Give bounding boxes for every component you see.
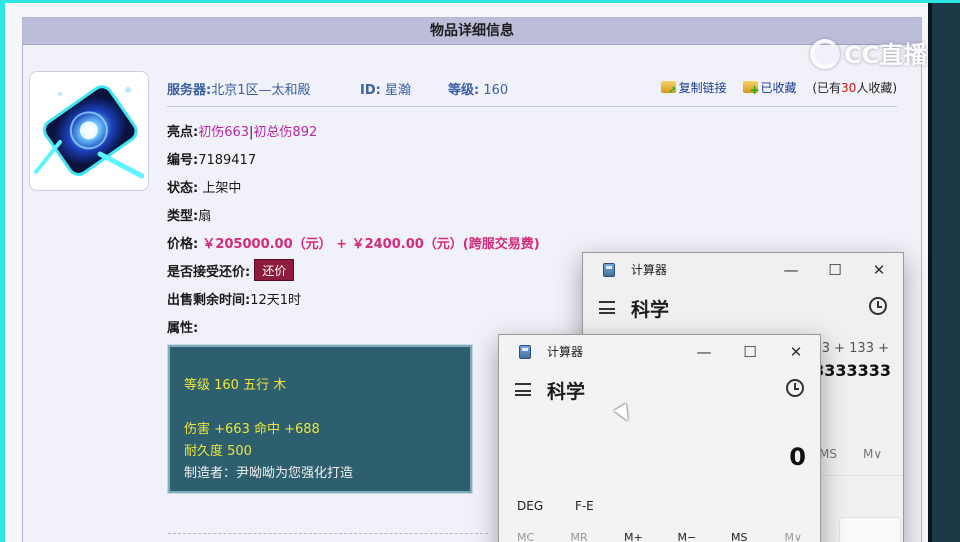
cc-live-watermark: CC直播 bbox=[810, 35, 927, 69]
minimize-button[interactable]: — bbox=[779, 259, 803, 281]
memory-recall-button[interactable]: MR bbox=[571, 531, 621, 542]
copy-link-icon bbox=[660, 81, 677, 96]
title-bar[interactable]: 计算器 — ☐ ✕ bbox=[499, 335, 820, 369]
display-value: 0 bbox=[789, 443, 806, 471]
mode-title: 科学 bbox=[631, 299, 670, 321]
maximize-button[interactable]: ☐ bbox=[823, 259, 847, 281]
highlight-row: 亮点:初伤663|初总伤892 bbox=[167, 125, 318, 140]
copy-link-button[interactable]: 复制链接 bbox=[660, 81, 727, 96]
memory-row: MC MR M+ M− MS M∨ bbox=[517, 531, 821, 542]
attr-level-line: 等级 160 五行 木 bbox=[184, 378, 287, 393]
calculator-app-icon bbox=[519, 345, 531, 359]
function-row: DEG F-E bbox=[517, 499, 622, 513]
attr-maker-line: 制造者：尹呦呦为您强化打造 bbox=[184, 466, 354, 481]
history-icon[interactable] bbox=[869, 297, 887, 315]
panel-title: 物品详细信息 bbox=[23, 18, 921, 45]
fe-button[interactable]: F-E bbox=[575, 499, 594, 513]
remaining-time-row: 出售剩余时间:12天1时 bbox=[167, 293, 302, 308]
memory-subtract-button[interactable]: M− bbox=[678, 531, 728, 542]
cc-logo-icon bbox=[810, 39, 840, 69]
status-row: 状态: 上架中 bbox=[167, 181, 242, 196]
minimize-button[interactable]: — bbox=[692, 341, 716, 363]
server-info: 服务器:北京1区—太和殿 bbox=[167, 83, 311, 98]
fan-item-icon bbox=[34, 85, 145, 179]
memory-view-button[interactable]: M∨ bbox=[863, 447, 882, 461]
type-row: 类型:扇 bbox=[167, 209, 212, 224]
bargain-button[interactable]: 还价 bbox=[254, 259, 295, 281]
favorite-icon bbox=[742, 81, 760, 97]
menu-icon[interactable] bbox=[515, 383, 531, 396]
close-button[interactable]: ✕ bbox=[784, 341, 808, 363]
mode-row: 科学 bbox=[499, 377, 820, 407]
favorite-button[interactable]: 已收藏 bbox=[742, 81, 797, 97]
calculator-window-front[interactable]: 计算器 — ☐ ✕ 科学 0 DEG F-E MC MR M+ M− MS M∨ bbox=[498, 334, 821, 542]
history-icon[interactable] bbox=[786, 379, 804, 397]
right-edge-strip bbox=[928, 3, 960, 542]
number-row: 编号:7189417 bbox=[167, 153, 257, 168]
memory-add-button[interactable]: M+ bbox=[624, 531, 674, 542]
level-info: 等级: 160 bbox=[448, 83, 509, 98]
memory-clear-button[interactable]: MC bbox=[517, 531, 567, 542]
memory-store-button[interactable]: MS bbox=[731, 531, 781, 542]
price-row: 价格: ￥205000.00（元） + ￥2400.00（元）(跨服交易费) bbox=[167, 237, 540, 252]
deg-button[interactable]: DEG bbox=[517, 499, 543, 513]
memory-store-button[interactable]: MS bbox=[819, 447, 837, 461]
title-bar[interactable]: 计算器 — ☐ ✕ bbox=[583, 253, 903, 287]
item-image bbox=[29, 71, 149, 191]
attributes-row: 属性: bbox=[167, 321, 199, 336]
close-button[interactable]: ✕ bbox=[867, 259, 891, 281]
memory-view-button[interactable]: M∨ bbox=[785, 531, 821, 542]
maximize-button[interactable]: ☐ bbox=[738, 341, 762, 363]
expression: 63 + 133 + bbox=[813, 341, 889, 356]
keypad-key[interactable] bbox=[839, 517, 901, 542]
item-details: 亮点:初伤663|初总伤892 编号:7189417 状态: 上架中 类型:扇 … bbox=[167, 119, 540, 343]
window-title: 计算器 bbox=[547, 345, 584, 359]
divider bbox=[168, 533, 488, 534]
menu-icon[interactable] bbox=[599, 301, 615, 314]
calculator-app-icon bbox=[603, 263, 615, 277]
bargain-row: 是否接受还价: 还价 bbox=[167, 259, 540, 287]
favorite-count: (已有30人收藏) bbox=[812, 81, 897, 95]
attributes-box: 等级 160 五行 木 伤害 +663 命中 +688 耐久度 500 制造者：… bbox=[167, 344, 473, 494]
window-title: 计算器 bbox=[631, 263, 668, 277]
mode-row: 科学 bbox=[583, 295, 903, 325]
item-header: 服务器:北京1区—太和殿 ID: 星瀚 等级: 160 复制链接 已收藏 (已有… bbox=[167, 75, 897, 107]
attr-durability-line: 耐久度 500 bbox=[184, 444, 252, 459]
item-actions: 复制链接 已收藏 (已有30人收藏) bbox=[649, 79, 897, 97]
mode-title: 科学 bbox=[547, 381, 586, 403]
attr-damage-line: 伤害 +663 命中 +688 bbox=[184, 422, 320, 437]
id-info: ID: 星瀚 bbox=[360, 83, 411, 98]
